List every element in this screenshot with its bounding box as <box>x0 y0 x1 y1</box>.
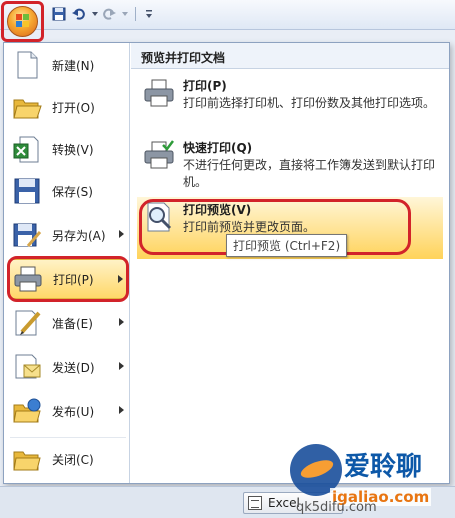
submenu-item-desc: 不进行任何更改，直接将工作簿发送到默认打印机。 <box>183 158 436 189</box>
convert-icon <box>13 136 39 163</box>
save-as-icon <box>13 223 42 247</box>
submenu-item-print[interactable]: 打印(P) 打印前选择打印机、打印份数及其他打印选项。 <box>137 73 443 131</box>
printer-icon <box>144 79 174 107</box>
submenu-item-title: 快速打印(Q) <box>183 141 253 155</box>
menu-item-label: 新建(N) <box>52 58 95 73</box>
new-doc-icon <box>17 51 38 79</box>
menu-item-label: 保存(S) <box>52 184 93 199</box>
menu-item-label: 另存为(A) <box>52 228 106 243</box>
document-icon <box>248 496 262 510</box>
submenu-arrow-icon <box>119 230 124 238</box>
menu-item-label: 转换(V) <box>52 142 94 157</box>
menu-item-publish[interactable]: 发布(U) <box>8 391 128 431</box>
submenu-title: 预览并打印文档 <box>131 43 449 69</box>
menu-item-convert[interactable]: 转换(V) <box>8 129 128 169</box>
menu-separator <box>10 437 126 438</box>
menu-item-save-as[interactable]: 另存为(A) <box>8 215 128 255</box>
menu-item-new[interactable]: 新建(N) <box>8 45 128 85</box>
menu-left-column: 新建(N) 打开(O) 转换(V) 保存(S) 另存为(A) 打印(P) 准备(… <box>4 43 130 483</box>
close-folder-icon <box>13 451 41 471</box>
menu-item-prepare[interactable]: 准备(E) <box>8 303 128 343</box>
toolbar-separator <box>135 7 136 21</box>
save-icon <box>14 178 40 204</box>
quick-print-icon <box>144 140 174 169</box>
menu-item-label: 准备(E) <box>52 316 93 331</box>
menu-item-label: 打开(O) <box>52 100 95 115</box>
highlight-box <box>1 1 44 42</box>
menu-right-column: 预览并打印文档 打印(P) 打印前选择打印机、打印份数及其他打印选项。 快速打印… <box>131 43 449 483</box>
publish-icon <box>13 398 41 423</box>
save-icon[interactable] <box>50 5 68 23</box>
customize-toolbar-icon[interactable] <box>140 5 158 23</box>
menu-item-print[interactable]: 打印(P) <box>7 256 129 302</box>
highlight-box <box>7 256 129 302</box>
watermark-url-secondary: qk5difu.com <box>296 500 377 515</box>
submenu-item-desc: 打印前选择打印机、打印份数及其他打印选项。 <box>183 96 436 110</box>
office-menu: 新建(N) 打开(O) 转换(V) 保存(S) 另存为(A) 打印(P) 准备(… <box>3 42 450 484</box>
tooltip: 打印预览 (Ctrl+F2) <box>226 234 348 257</box>
watermark-brand: 爱聆聊 <box>344 452 423 482</box>
menu-item-label: 发送(D) <box>52 360 95 375</box>
submenu-item-title: 打印(P) <box>183 79 227 93</box>
menu-item-label: 发布(U) <box>52 404 95 419</box>
open-folder-icon <box>13 99 42 119</box>
prepare-icon <box>15 310 41 336</box>
office-button[interactable] <box>1 1 44 42</box>
submenu-arrow-icon <box>119 318 124 326</box>
menu-item-close[interactable]: 关闭(C) <box>8 439 128 479</box>
watermark: 爱聆聊 igaliao.com qk5difu.com <box>280 440 455 518</box>
menu-item-save[interactable]: 保存(S) <box>8 171 128 211</box>
send-icon <box>15 354 41 379</box>
menu-item-open[interactable]: 打开(O) <box>8 87 128 127</box>
menu-item-send[interactable]: 发送(D) <box>8 347 128 387</box>
menu-item-label: 关闭(C) <box>52 452 94 467</box>
title-bar <box>0 0 455 30</box>
submenu-item-quick-print[interactable]: 快速打印(Q) 不进行任何更改，直接将工作簿发送到默认打印机。 <box>137 135 443 193</box>
redo-dropdown-icon[interactable] <box>116 5 134 23</box>
submenu-arrow-icon <box>119 406 124 414</box>
submenu-arrow-icon <box>119 362 124 370</box>
